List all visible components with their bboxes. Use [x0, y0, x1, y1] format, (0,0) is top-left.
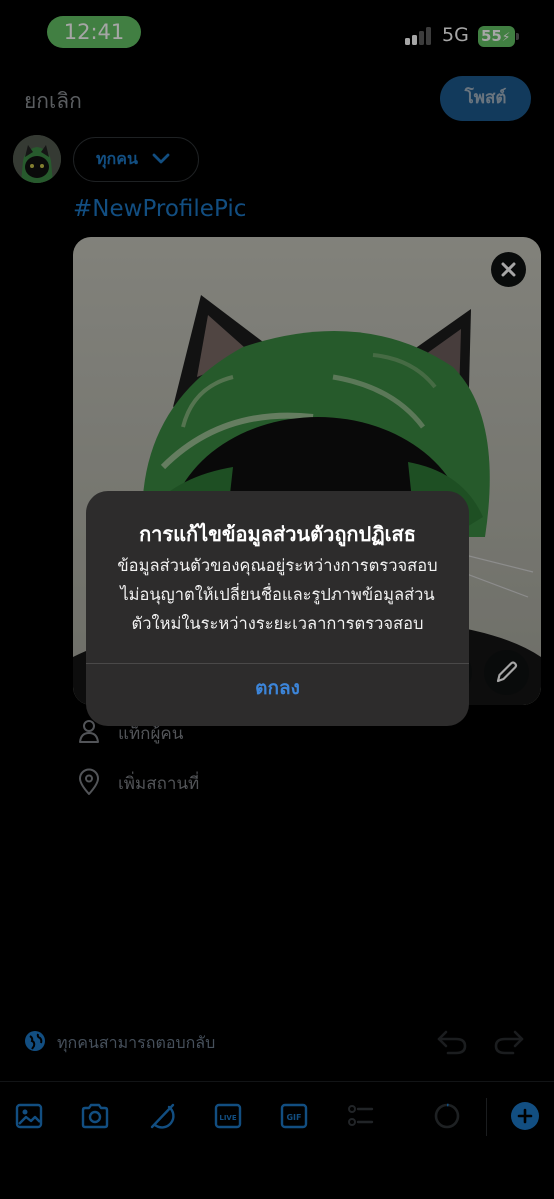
- progress-ring-icon: [434, 1103, 460, 1129]
- pencil-icon: [496, 661, 518, 683]
- undo-icon: [437, 1030, 467, 1055]
- audience-selector[interactable]: ทุกคน: [73, 137, 199, 182]
- poll-button[interactable]: [345, 1101, 375, 1131]
- cellular-signal-icon: [405, 27, 435, 45]
- add-thread-button[interactable]: [511, 1102, 539, 1130]
- alert-title: การแก้ไขข้อมูลส่วนตัวถูกปฏิเสธ: [139, 522, 416, 546]
- gif-button[interactable]: GIF: [279, 1101, 309, 1131]
- add-location-button[interactable]: เพิ่มสถานที่: [78, 768, 199, 798]
- post-button[interactable]: โพสต์: [440, 76, 531, 121]
- close-icon: [501, 262, 516, 277]
- battery-icon: 55⚡: [478, 26, 519, 47]
- network-type: 5G: [442, 24, 469, 46]
- battery-level: 55: [481, 27, 502, 45]
- live-icon: LIVE: [214, 1103, 242, 1129]
- toolbar-divider: [0, 1081, 554, 1082]
- edit-media-button[interactable]: [484, 650, 529, 695]
- reply-setting-button[interactable]: ทุกคนสามารถตอบกลับ: [24, 1030, 215, 1056]
- alert-dialog: การแก้ไขข้อมูลส่วนตัวถูกปฏิเสธ ข้อมูลส่ว…: [86, 491, 469, 726]
- image-icon: [15, 1103, 43, 1129]
- globe-icon: [25, 1031, 45, 1051]
- alert-message-line: ข้อมูลส่วนตัวของคุณอยู่ระหว่างการตรวจสอบ: [117, 556, 438, 575]
- alert-message: ข้อมูลส่วนตัวของคุณอยู่ระหว่างการตรวจสอบ…: [100, 551, 455, 638]
- remove-media-button[interactable]: [491, 252, 526, 287]
- add-location-label: เพิ่มสถานที่: [118, 774, 200, 794]
- toolbar-separator: [486, 1098, 487, 1136]
- alert-message-line: ไม่อนุญาตให้เปลี่ยนชื่อและรูปภาพข้อมูลส่…: [120, 585, 435, 604]
- ok-button[interactable]: ตกลง: [86, 664, 469, 726]
- character-count-ring: [432, 1101, 462, 1131]
- tweet-text[interactable]: #NewProfilePic: [73, 196, 246, 222]
- gif-icon: GIF: [280, 1103, 308, 1129]
- chevron-down-icon: [152, 153, 170, 164]
- undo-button[interactable]: [436, 1028, 468, 1060]
- camera-icon: [81, 1103, 109, 1129]
- location-pin-icon: [79, 768, 99, 795]
- alert-message-line: ตัวใหม่ในระหว่างระยะเวลาการตรวจสอบ: [131, 614, 424, 633]
- live-button[interactable]: LIVE: [213, 1101, 243, 1131]
- audience-label: ทุกคน: [96, 149, 138, 168]
- gif-icon-label: GIF: [286, 1113, 301, 1122]
- camera-button[interactable]: [80, 1101, 110, 1131]
- redo-button[interactable]: [493, 1028, 525, 1060]
- status-time: 12:41: [47, 16, 141, 48]
- grok-button[interactable]: [147, 1101, 177, 1131]
- reply-setting-label: ทุกคนสามารถตอบกลับ: [57, 1033, 216, 1052]
- redo-icon: [494, 1030, 524, 1055]
- image-button[interactable]: [14, 1101, 44, 1131]
- charging-bolt-icon: ⚡: [501, 30, 511, 44]
- avatar[interactable]: [13, 135, 61, 183]
- poll-icon: [348, 1105, 374, 1126]
- live-icon-label: LIVE: [219, 1114, 236, 1122]
- add-icon: [517, 1108, 533, 1124]
- cancel-button[interactable]: ยกเลิก: [24, 85, 82, 118]
- slash-circle-icon: [150, 1103, 175, 1129]
